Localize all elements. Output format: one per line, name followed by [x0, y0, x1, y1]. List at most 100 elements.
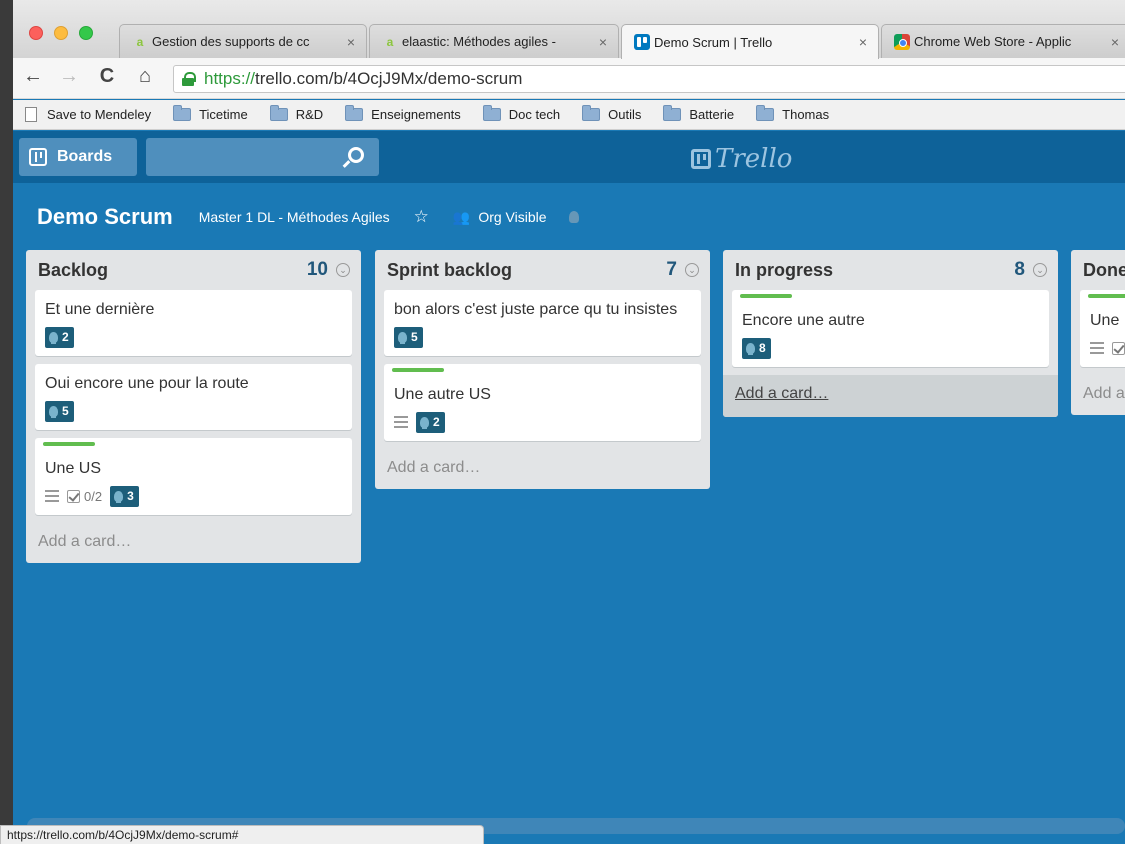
lightbulb-icon	[746, 342, 755, 355]
tab-demo-scrum[interactable]: Demo Scrum | Trello ×	[621, 24, 879, 59]
card[interactable]: Une	[1080, 290, 1125, 367]
chevron-down-icon[interactable]: ⌄	[685, 263, 699, 277]
folder-icon	[663, 105, 682, 121]
bookmark-folder-ticetime[interactable]: Ticetime	[173, 105, 248, 122]
search-icon[interactable]	[348, 147, 364, 163]
bookmark-folder-rd[interactable]: R&D	[269, 105, 324, 122]
bookmark-label: Save to Mendeley	[47, 107, 152, 122]
list-header: In progress 8 ⌄	[732, 250, 1049, 290]
close-icon[interactable]: ×	[596, 34, 610, 50]
card-title: Encore une autre	[742, 312, 865, 329]
list-name[interactable]: Done	[1080, 260, 1125, 281]
list-count: 7	[666, 259, 677, 280]
lightbulb-icon	[49, 331, 58, 344]
browser-toolbar: ← → C ⌂ https:// trello.com/b/4OcjJ9Mx/d…	[13, 58, 1125, 99]
vote-count: 5	[411, 330, 418, 344]
vote-badge: 2	[45, 326, 74, 348]
url-scheme: https://	[204, 69, 256, 88]
add-card-link[interactable]: Add a	[1080, 375, 1125, 405]
bookmark-label: Ticetime	[199, 107, 248, 122]
card-title: bon alors c'est juste parce qu tu insist…	[394, 301, 678, 318]
card[interactable]: bon alors c'est juste parce qu tu insist…	[384, 290, 701, 356]
zoom-window-button[interactable]	[79, 26, 93, 40]
search-input[interactable]	[146, 138, 379, 176]
list-sprint-backlog: Sprint backlog 7 ⌄ bon alors c'est juste…	[375, 250, 710, 489]
tab-strip: a Gestion des supports de cc × a elaasti…	[13, 0, 1125, 59]
add-card-link[interactable]: Add a card…	[384, 449, 701, 479]
power-up-icon[interactable]	[568, 211, 579, 223]
card-title: Une autre US	[394, 386, 491, 403]
card[interactable]: Une US 0/2 3	[35, 438, 352, 515]
board-org-link[interactable]: Master 1 DL - Méthodes Agiles	[199, 209, 390, 225]
chevron-down-icon[interactable]: ⌄	[336, 263, 350, 277]
card-badges: 5	[45, 400, 342, 422]
reload-button[interactable]: C	[95, 65, 119, 88]
list-name[interactable]: In progress	[732, 260, 1014, 281]
minimize-window-button[interactable]	[54, 26, 68, 40]
trello-logo[interactable]: Trello	[691, 144, 792, 174]
bookmark-label: R&D	[295, 107, 324, 122]
list-count: 8	[1014, 259, 1025, 280]
address-bar[interactable]: https:// trello.com/b/4OcjJ9Mx/demo-scru…	[173, 65, 1125, 93]
star-icon[interactable]: ☆	[414, 207, 429, 227]
url-path: trello.com/b/4OcjJ9Mx/demo-scrum	[255, 69, 523, 88]
checklist-badge: 0/2	[67, 489, 102, 504]
list-backlog: Backlog 10 ⌄ Et une dernière 2 Oui encor…	[26, 250, 361, 563]
home-button[interactable]: ⌂	[133, 65, 157, 88]
folder-icon	[482, 105, 501, 121]
lightbulb-icon	[114, 490, 124, 503]
card-badges	[1090, 337, 1125, 359]
back-button[interactable]: ←	[21, 65, 45, 88]
card[interactable]: Oui encore une pour la route 5	[35, 364, 352, 430]
tab-label: Chrome Web Store - Applic	[914, 34, 1072, 49]
bookmark-save-to-mendeley[interactable]: Save to Mendeley	[25, 107, 151, 122]
vote-badge: 8	[742, 337, 771, 359]
forward-button[interactable]: →	[57, 65, 81, 88]
vote-badge: 5	[394, 326, 423, 348]
board-title[interactable]: Demo Scrum	[37, 204, 173, 230]
add-card-link[interactable]: Add a card…	[723, 375, 1058, 417]
chevron-down-icon[interactable]: ⌄	[1033, 263, 1047, 277]
vote-count: 5	[62, 404, 69, 418]
bookmark-label: Doc tech	[508, 107, 561, 122]
close-icon[interactable]: ×	[344, 34, 358, 50]
card-label-green	[43, 442, 95, 446]
bookmark-folder-enseignements[interactable]: Enseignements	[345, 105, 461, 122]
vote-badge: 3	[110, 485, 139, 507]
card-label-green	[740, 294, 792, 298]
tab-chrome-web-store[interactable]: Chrome Web Store - Applic ×	[881, 24, 1125, 58]
checkbox-icon	[1112, 341, 1125, 355]
folder-icon	[173, 105, 192, 121]
status-bubble: https://trello.com/b/4OcjJ9Mx/demo-scrum…	[0, 825, 484, 844]
tab-gestion-supports[interactable]: a Gestion des supports de cc ×	[119, 24, 367, 58]
list-name[interactable]: Sprint backlog	[384, 260, 666, 281]
card[interactable]: Et une dernière 2	[35, 290, 352, 356]
folder-icon	[345, 105, 364, 121]
add-card-link[interactable]: Add a card…	[35, 523, 352, 553]
folder-icon	[756, 105, 775, 121]
close-window-button[interactable]	[29, 26, 43, 40]
vote-count: 2	[433, 415, 440, 429]
board-visibility[interactable]: Org Visible	[478, 209, 546, 225]
list-header: Backlog 10 ⌄	[35, 250, 352, 290]
bookmark-folder-outils[interactable]: Outils	[582, 105, 641, 122]
bookmark-folder-thomas[interactable]: Thomas	[756, 105, 829, 122]
trello-logo-icon	[691, 149, 711, 169]
list-name[interactable]: Backlog	[35, 260, 307, 281]
description-icon	[45, 490, 59, 502]
close-icon[interactable]: ×	[1108, 34, 1122, 50]
list-count: 10	[306, 259, 328, 280]
bookmark-folder-batterie[interactable]: Batterie	[663, 105, 734, 122]
board-header: Demo Scrum Master 1 DL - Méthodes Agiles…	[37, 202, 579, 232]
list-done: Done Une Add a	[1071, 250, 1125, 415]
bookmark-folder-doc-tech[interactable]: Doc tech	[482, 105, 561, 122]
checklist-count: 0/2	[84, 488, 103, 504]
close-icon[interactable]: ×	[856, 34, 870, 50]
page-icon	[25, 107, 37, 122]
card[interactable]: Encore une autre 8	[732, 290, 1049, 367]
tab-elaastic-methodes[interactable]: a elaastic: Méthodes agiles - ×	[369, 24, 619, 58]
list-in-progress: In progress 8 ⌄ Encore une autre 8 Add a…	[723, 250, 1058, 417]
boards-button[interactable]: Boards	[19, 138, 137, 176]
description-icon	[1090, 342, 1104, 354]
card[interactable]: Une autre US 2	[384, 364, 701, 441]
